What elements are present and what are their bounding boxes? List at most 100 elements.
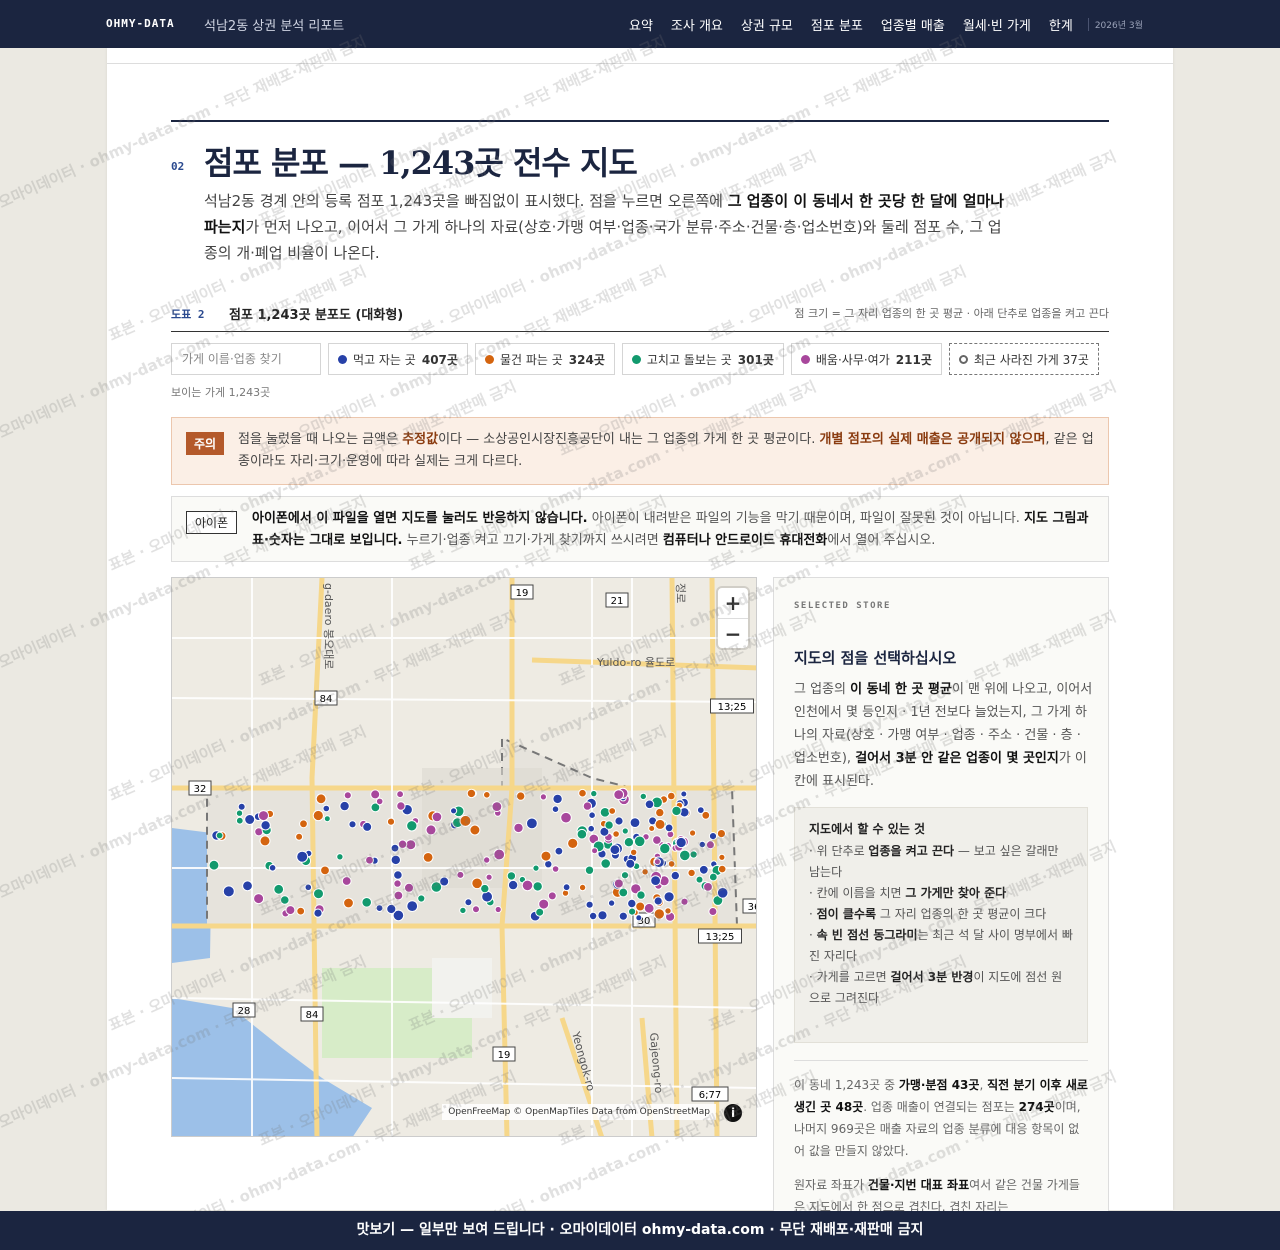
- map-canvas[interactable]: 19218413;2532303613;252884196;77 Yuldo-r…: [172, 578, 757, 1137]
- store-dot[interactable]: [242, 880, 253, 892]
- store-dot[interactable]: [650, 875, 662, 887]
- store-dot[interactable]: [708, 832, 718, 841]
- store-dot[interactable]: [516, 791, 526, 801]
- store-dot[interactable]: [599, 807, 611, 818]
- store-dot[interactable]: [296, 906, 306, 916]
- store-dot[interactable]: [648, 825, 656, 832]
- store-dot[interactable]: [614, 816, 624, 826]
- store-dot[interactable]: [396, 801, 406, 811]
- store-dot[interactable]: [664, 823, 674, 833]
- store-dot[interactable]: [235, 816, 244, 825]
- store-dot[interactable]: [268, 864, 277, 872]
- store-dot[interactable]: [386, 817, 396, 826]
- zoom-out-button[interactable]: −: [718, 618, 748, 648]
- store-dot[interactable]: [299, 819, 308, 829]
- store-dot[interactable]: [532, 881, 543, 892]
- store-map[interactable]: 19218413;2532303613;252884196;77 Yuldo-r…: [171, 577, 757, 1137]
- store-dot[interactable]: [667, 791, 676, 801]
- store-dot[interactable]: [562, 883, 571, 892]
- store-dot[interactable]: [612, 830, 620, 838]
- store-dot[interactable]: [343, 897, 354, 909]
- store-dot[interactable]: [405, 839, 417, 851]
- store-dot[interactable]: [439, 876, 450, 887]
- store-dot[interactable]: [343, 791, 352, 800]
- nav-item-market-size[interactable]: 상권 규모: [741, 15, 793, 34]
- store-dot[interactable]: [630, 848, 638, 856]
- store-dot[interactable]: [365, 855, 374, 865]
- store-dot[interactable]: [483, 856, 491, 864]
- store-dot[interactable]: [613, 878, 624, 889]
- store-dot[interactable]: [551, 865, 560, 873]
- store-dot[interactable]: [653, 908, 665, 920]
- store-dot[interactable]: [636, 890, 646, 900]
- store-dot[interactable]: [362, 821, 373, 832]
- store-dot[interactable]: [590, 789, 598, 798]
- store-dot[interactable]: [494, 905, 502, 914]
- store-dot[interactable]: [296, 850, 309, 863]
- store-dot[interactable]: [627, 898, 637, 909]
- store-dot[interactable]: [652, 835, 662, 845]
- store-dot[interactable]: [716, 887, 729, 899]
- store-dot[interactable]: [689, 829, 697, 837]
- nav-item-survey[interactable]: 조사 개요: [671, 15, 723, 34]
- store-dot[interactable]: [703, 882, 713, 892]
- store-dot[interactable]: [623, 837, 635, 848]
- store-dot[interactable]: [390, 854, 402, 866]
- nav-item-store-distribution[interactable]: 점포 분포: [811, 15, 863, 34]
- store-dot[interactable]: [639, 792, 647, 801]
- store-dot[interactable]: [588, 911, 598, 921]
- info-icon[interactable]: i: [724, 1104, 742, 1122]
- store-dot[interactable]: [280, 895, 290, 905]
- store-dot[interactable]: [431, 811, 443, 823]
- store-dot[interactable]: [551, 805, 560, 813]
- store-dot[interactable]: [635, 901, 646, 912]
- store-dot[interactable]: [532, 864, 540, 872]
- store-dot[interactable]: [587, 824, 596, 833]
- store-dot[interactable]: [485, 873, 493, 881]
- store-dot[interactable]: [567, 837, 579, 849]
- store-dot[interactable]: [273, 883, 285, 895]
- store-dot[interactable]: [483, 791, 491, 799]
- filter-chip-education-office[interactable]: 배움·사무·여가 211곳: [790, 343, 942, 375]
- store-dot[interactable]: [464, 898, 473, 907]
- store-dot[interactable]: [560, 811, 572, 824]
- store-dot[interactable]: [336, 853, 344, 861]
- store-dot[interactable]: [417, 894, 426, 903]
- store-dot[interactable]: [716, 829, 727, 839]
- store-dot[interactable]: [244, 814, 256, 825]
- store-dot[interactable]: [313, 908, 323, 918]
- store-dot[interactable]: [708, 872, 718, 882]
- store-dot[interactable]: [526, 817, 538, 830]
- store-dot[interactable]: [698, 840, 706, 849]
- store-dot[interactable]: [375, 904, 384, 913]
- store-dot[interactable]: [425, 824, 437, 836]
- store-dot[interactable]: [480, 883, 490, 894]
- store-dot[interactable]: [588, 811, 596, 819]
- store-dot[interactable]: [507, 879, 519, 891]
- store-dot[interactable]: [655, 807, 665, 818]
- filter-chip-food-lodging[interactable]: 먹고 자는 곳 407곳: [328, 343, 468, 375]
- store-dot[interactable]: [320, 865, 330, 876]
- store-dot[interactable]: [390, 843, 400, 853]
- store-dot[interactable]: [576, 828, 588, 840]
- store-dot[interactable]: [578, 883, 587, 892]
- store-dot[interactable]: [254, 827, 264, 837]
- store-dot[interactable]: [670, 870, 680, 881]
- store-dot[interactable]: [538, 898, 550, 910]
- store-dot[interactable]: [604, 820, 614, 830]
- store-dot[interactable]: [315, 793, 327, 805]
- store-dot[interactable]: [620, 871, 630, 880]
- store-dot[interactable]: [584, 865, 595, 875]
- store-dot[interactable]: [493, 848, 506, 861]
- store-dot[interactable]: [552, 793, 563, 805]
- store-dot[interactable]: [540, 850, 552, 862]
- store-dot[interactable]: [396, 790, 405, 799]
- store-dot[interactable]: [653, 858, 661, 866]
- store-dot[interactable]: [323, 815, 331, 823]
- store-dot[interactable]: [547, 891, 557, 901]
- store-dot[interactable]: [459, 814, 472, 827]
- store-dot[interactable]: [313, 888, 324, 900]
- store-dot[interactable]: [718, 853, 726, 861]
- store-dot[interactable]: [654, 818, 666, 830]
- store-dot[interactable]: [469, 824, 481, 836]
